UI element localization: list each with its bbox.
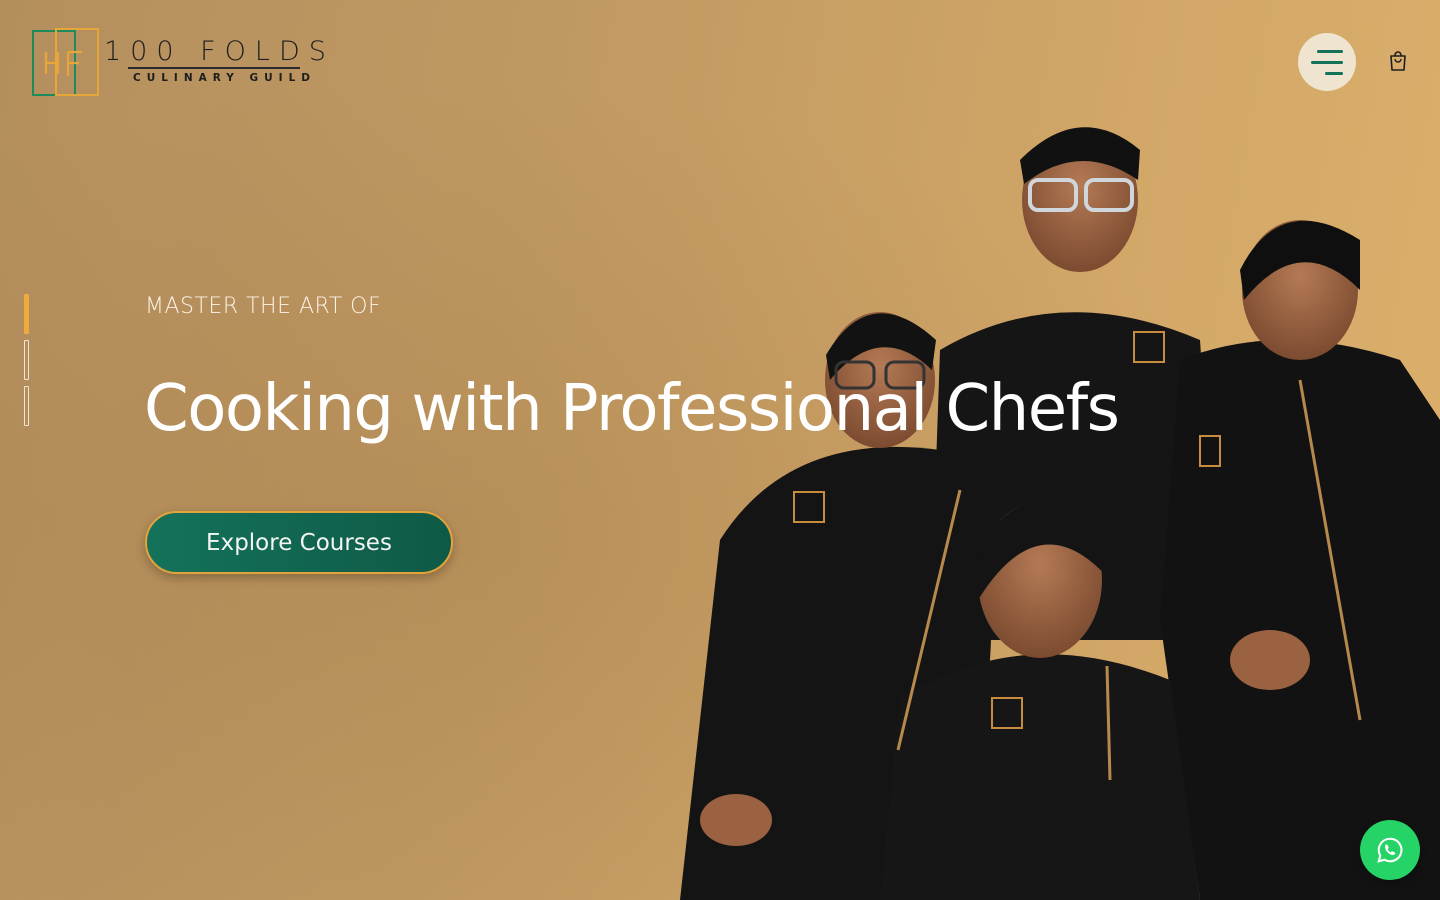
hamburger-line: [1325, 71, 1343, 75]
brand-subtitle: CULINARY GUILD: [133, 72, 316, 84]
whatsapp-button[interactable]: [1360, 820, 1420, 880]
shopping-bag-icon: [1390, 50, 1406, 71]
chefs-group-photo: [680, 127, 1440, 900]
slide-indicator-1[interactable]: [24, 294, 29, 334]
brand-logo[interactable]: 100 FOLDS CULINARY GUILD: [32, 28, 332, 100]
brand-divider: [128, 67, 300, 69]
hamburger-menu-icon: [1317, 49, 1343, 53]
slide-indicator-3[interactable]: [24, 386, 29, 426]
menu-button[interactable]: [1298, 33, 1356, 91]
hf-logo-mark-icon: [32, 28, 99, 96]
hamburger-line: [1311, 60, 1343, 64]
explore-courses-button[interactable]: Explore Courses: [145, 511, 453, 574]
hero-headline: Cooking with Professional Chefs: [144, 372, 1120, 446]
hero-eyebrow: MASTER THE ART OF: [145, 294, 382, 319]
slide-indicator-2[interactable]: [24, 340, 29, 380]
whatsapp-icon: [1377, 837, 1403, 863]
cart-button[interactable]: [1384, 48, 1412, 76]
brand-name: 100 FOLDS: [104, 36, 335, 67]
